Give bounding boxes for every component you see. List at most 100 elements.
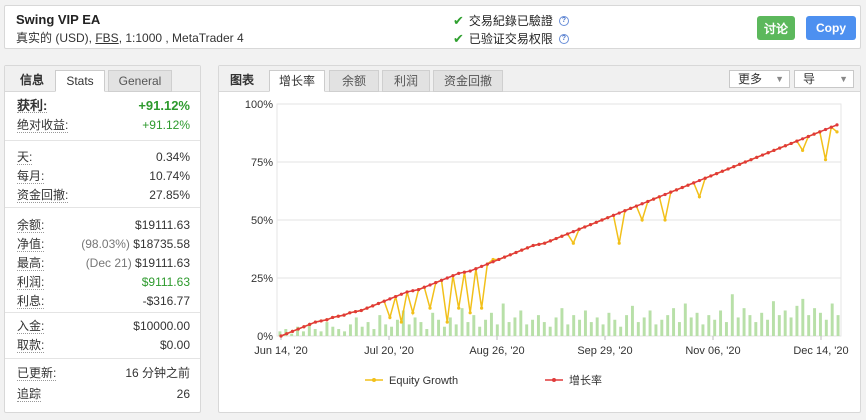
help-icon[interactable]: ?: [558, 15, 569, 26]
legend-equity-label: Equity Growth: [389, 375, 458, 387]
growth-point: [302, 325, 306, 329]
growth-point: [674, 188, 679, 192]
stat-label: 利润:: [17, 275, 45, 290]
growth-point: [749, 158, 753, 162]
growth-point: [772, 148, 776, 152]
growth-point: [588, 223, 593, 227]
volume-bar: [448, 317, 452, 336]
tab-profit[interactable]: 利润: [382, 70, 430, 92]
volume-bar: [589, 322, 593, 336]
growth-point: [290, 329, 295, 333]
stat-value: +91.12%: [142, 118, 190, 132]
volume-bar: [372, 329, 376, 336]
growth-point: [680, 185, 684, 190]
growth-point: [795, 139, 799, 143]
volume-bar: [730, 294, 734, 336]
stat-label: 获利:: [17, 98, 48, 113]
volume-bar: [413, 317, 417, 336]
export-dropdown[interactable]: 导 ▼: [794, 70, 854, 88]
growth-point: [394, 294, 398, 299]
stat-value: 26: [176, 387, 190, 401]
volume-bar: [548, 326, 552, 336]
y-tick-label: 50%: [251, 215, 273, 227]
growth-point: [388, 297, 392, 301]
growth-point: [760, 153, 765, 157]
tab-stats[interactable]: Stats: [55, 70, 105, 92]
chart-legend: Equity Growth 增长率: [365, 373, 602, 387]
growth-point: [697, 178, 702, 183]
volume-bar: [648, 310, 652, 336]
growth-point: [829, 125, 833, 129]
x-tick-label: Aug 26, '20: [469, 345, 524, 357]
chart-panel: 图表 增长率 余额 利润 资金回撤 更多 ▼ 导 ▼ 0% 25% 50% 75% 100%…: [218, 65, 861, 413]
growth-point: [560, 234, 564, 238]
volume-bar: [425, 329, 429, 336]
help-icon[interactable]: ?: [558, 33, 569, 44]
tab-chart[interactable]: 图表: [225, 70, 259, 92]
growth-point: [663, 192, 667, 197]
stat-value: -$316.77: [142, 294, 190, 308]
x-tick-label: Jun 14, '20: [254, 345, 307, 357]
volume-bar: [301, 331, 305, 336]
growth-point: [548, 239, 553, 243]
volume-bar: [307, 324, 311, 336]
stat-value: 27.85%: [149, 188, 190, 202]
volume-bar: [666, 315, 670, 336]
growth-point: [422, 285, 426, 289]
tab-balance[interactable]: 余额: [329, 70, 379, 92]
stats-panel: 信息 Stats General 获利: +91.12% 绝对收益: +91.1…: [4, 65, 201, 413]
y-tick-label: 25%: [251, 273, 273, 285]
stat-label: 天:: [17, 150, 33, 165]
volume-bar: [395, 319, 399, 336]
more-dropdown[interactable]: 更多 ▼: [729, 70, 790, 88]
volume-bar: [431, 312, 435, 336]
growth-point: [485, 262, 489, 266]
growth-point: [313, 320, 317, 324]
chevron-down-icon: ▼: [839, 74, 848, 84]
stat-row-updated: 已更新: 16 分钟之前: [5, 366, 200, 387]
volume-bar: [507, 322, 511, 336]
volume-bar: [390, 326, 394, 336]
growth-point: [835, 123, 839, 127]
broker-link[interactable]: FBS: [95, 31, 118, 45]
stat-value: $9111.63: [141, 275, 190, 289]
volume-bar: [677, 322, 681, 336]
chart-lines: [279, 123, 839, 338]
growth-point: [743, 160, 747, 164]
growth-point: [657, 195, 661, 199]
stat-value: +91.12%: [138, 98, 190, 113]
growth-point: [365, 306, 369, 310]
volume-bar: [437, 319, 441, 336]
y-tick-label: 75%: [251, 157, 273, 169]
volume-bar: [495, 324, 499, 336]
tab-drawdown[interactable]: 资金回撤: [433, 70, 503, 92]
chart-tabbar: 图表 增长率 余额 利润 资金回撤 更多 ▼ 导 ▼: [219, 66, 860, 92]
growth-point: [434, 281, 438, 285]
tab-info[interactable]: 信息: [13, 70, 51, 92]
volume-bar: [771, 301, 775, 336]
x-tick-label: Jul 20, '20: [364, 345, 414, 357]
volume-bar: [536, 315, 540, 336]
copy-button[interactable]: Copy: [806, 16, 856, 40]
equity-growth-point: [388, 315, 392, 320]
growth-point: [783, 144, 788, 148]
volume-bar: [560, 308, 564, 336]
stats-group-deposits: 入金: $10000.00 取款: $0.00: [5, 319, 200, 359]
tab-general[interactable]: General: [108, 70, 172, 92]
equity-growth-point: [823, 158, 828, 162]
growth-point: [600, 218, 604, 222]
growth-point: [428, 283, 432, 287]
verified-track-record: ✔ 交易紀錄已驗證 ?: [453, 12, 569, 29]
discuss-button[interactable]: 讨论: [757, 16, 795, 40]
account-type: 真实的 (USD),: [16, 31, 96, 45]
volume-bar: [701, 324, 705, 336]
stat-value: 0.34%: [155, 150, 190, 164]
growth-point: [325, 318, 329, 322]
verified-trading-privileges-label: 已验证交易权限: [468, 32, 553, 46]
growth-point: [806, 134, 810, 139]
tab-growth[interactable]: 增长率: [269, 70, 325, 92]
growth-point: [537, 242, 541, 246]
volume-bar: [348, 324, 352, 336]
more-dropdown-label: 更多: [738, 72, 763, 86]
growth-point: [308, 322, 312, 326]
